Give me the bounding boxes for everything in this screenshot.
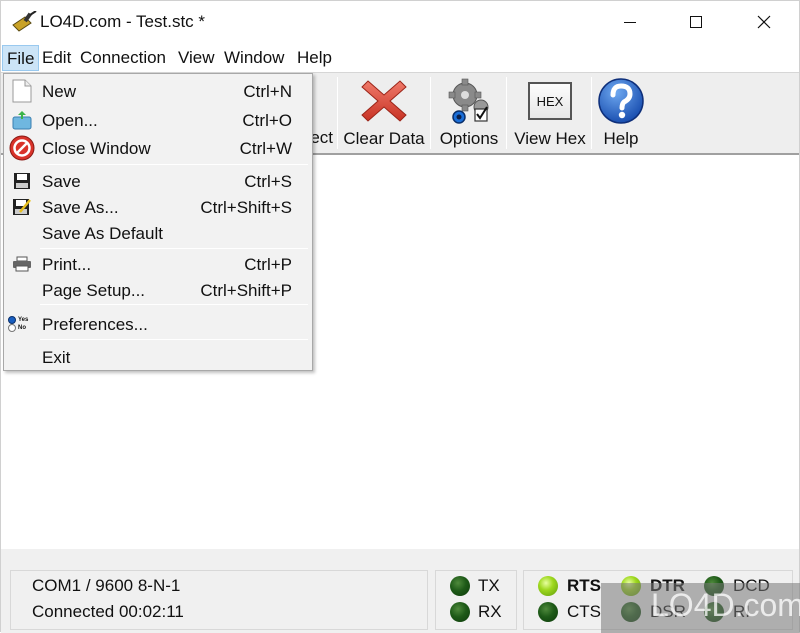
menu-item-label: Exit — [42, 348, 71, 367]
maximize-button[interactable] — [673, 1, 719, 43]
menu-item-new[interactable]: New Ctrl+N — [4, 78, 312, 104]
hex-icon-text: HEX — [536, 93, 564, 109]
menu-window[interactable]: Window — [220, 45, 288, 71]
menu-item-label: Save — [42, 172, 81, 191]
menu-item-label: Save As... — [42, 198, 119, 217]
cts-led — [538, 602, 558, 622]
toolbar-separator — [337, 77, 338, 149]
menu-view[interactable]: View — [174, 45, 219, 71]
toolbar-button-options[interactable]: Options — [434, 73, 504, 153]
menu-item-print[interactable]: Print... Ctrl+P — [4, 251, 312, 277]
menu-bar: File Edit Connection View Window Help — [1, 43, 799, 73]
floppy-icon — [14, 173, 30, 189]
menu-item-exit[interactable]: Exit — [4, 344, 312, 370]
tx-label: TX — [478, 576, 500, 595]
radio-no-label: No — [18, 325, 26, 331]
menu-item-label: Preferences... — [42, 315, 148, 334]
menu-separator — [40, 248, 308, 249]
menu-item-shortcut: Ctrl+Shift+P — [200, 281, 292, 300]
menu-connection[interactable]: Connection — [76, 45, 170, 71]
radio-yes-label: Yes — [18, 317, 29, 323]
no-entry-icon — [9, 135, 35, 161]
toolbar-help-label: Help — [603, 129, 639, 148]
rx-label: RX — [478, 602, 502, 621]
menu-item-shortcut: Ctrl+Shift+S — [200, 198, 292, 217]
gears-icon — [448, 78, 489, 124]
toolbar-options-label: Options — [439, 129, 499, 148]
menu-item-open[interactable]: Open... Ctrl+O — [4, 107, 312, 133]
close-icon — [757, 15, 771, 29]
rts-label: RTS — [567, 576, 601, 595]
question-icon — [598, 78, 644, 124]
menu-item-label: Save As Default — [42, 224, 163, 243]
rx-led — [450, 602, 470, 622]
minimize-icon — [624, 21, 636, 23]
toolbar-connect-label: ect — [310, 128, 333, 147]
open-folder-icon — [12, 111, 32, 130]
menu-separator — [40, 164, 308, 165]
menu-item-label: Page Setup... — [42, 281, 146, 300]
menu-separator — [40, 339, 308, 340]
file-menu-dropdown: New Ctrl+N Open... Ctrl+O Close Window C… — [3, 73, 313, 371]
toolbar-separator — [506, 77, 507, 149]
menu-separator — [40, 304, 308, 305]
new-document-icon — [12, 79, 32, 103]
toolbar-separator — [430, 77, 431, 149]
menu-item-preferences[interactable]: Yes No Preferences... — [4, 311, 312, 337]
menu-item-page-setup[interactable]: Page Setup... Ctrl+Shift+P — [4, 277, 312, 303]
printer-icon — [13, 256, 31, 272]
menu-item-label: New — [42, 82, 77, 101]
window-title: LO4D.com - Test.stc * — [40, 12, 206, 31]
menu-item-label: Open... — [42, 111, 98, 130]
app-window: LO4D.com - Test.stc * File Edit Connecti… — [0, 0, 800, 633]
menu-item-shortcut: Ctrl+P — [244, 255, 292, 274]
menu-item-label: Print... — [42, 255, 92, 274]
red-x-icon — [361, 80, 407, 122]
toolbar-view-hex-label: View Hex — [514, 129, 586, 148]
menu-item-save-as-default[interactable]: Save As Default — [4, 220, 312, 246]
floppy-pencil-icon — [13, 199, 31, 215]
toolbar-clear-data-label: Clear Data — [343, 129, 425, 148]
menu-file[interactable]: File — [2, 45, 40, 71]
hex-icon: HEX — [528, 82, 572, 120]
toolbar-button-view-hex[interactable]: HEX View Hex — [510, 73, 590, 153]
menu-item-shortcut: Ctrl+N — [243, 82, 292, 101]
connection-status-panel: COM1 / 9600 8-N-1 Connected 00:02:11 — [10, 570, 428, 630]
maximize-icon — [690, 16, 702, 28]
close-button[interactable] — [741, 1, 787, 43]
rts-led — [538, 576, 558, 596]
radio-yes-no-icon: Yes No — [8, 312, 36, 336]
data-leds-panel: TX RX — [435, 570, 517, 630]
menu-item-shortcut: Ctrl+S — [244, 172, 292, 191]
port-settings-text: COM1 / 9600 8-N-1 — [32, 576, 181, 595]
menu-item-close-window[interactable]: Close Window Ctrl+W — [4, 135, 312, 161]
connection-time-text: Connected 00:02:11 — [32, 602, 184, 621]
menu-item-save[interactable]: Save Ctrl+S — [4, 168, 312, 194]
menu-item-shortcut: Ctrl+O — [242, 111, 292, 130]
toolbar-button-help[interactable]: Help — [595, 73, 647, 153]
serial-connector-icon — [12, 11, 37, 32]
menu-item-save-as[interactable]: Save As... Ctrl+Shift+S — [4, 194, 312, 220]
menu-help[interactable]: Help — [293, 45, 336, 71]
tx-led — [450, 576, 470, 596]
cts-label: CTS — [567, 602, 601, 621]
watermark-text: LO4D.com — [651, 587, 800, 623]
title-bar: LO4D.com - Test.stc * — [1, 1, 799, 43]
watermark: LO4D.com — [601, 583, 800, 633]
toolbar-separator — [591, 77, 592, 149]
menu-edit[interactable]: Edit — [38, 45, 75, 71]
menu-item-shortcut: Ctrl+W — [239, 139, 292, 158]
toolbar-button-clear-data[interactable]: Clear Data — [341, 73, 427, 153]
minimize-button[interactable] — [607, 1, 653, 43]
menu-item-label: Close Window — [42, 139, 151, 158]
